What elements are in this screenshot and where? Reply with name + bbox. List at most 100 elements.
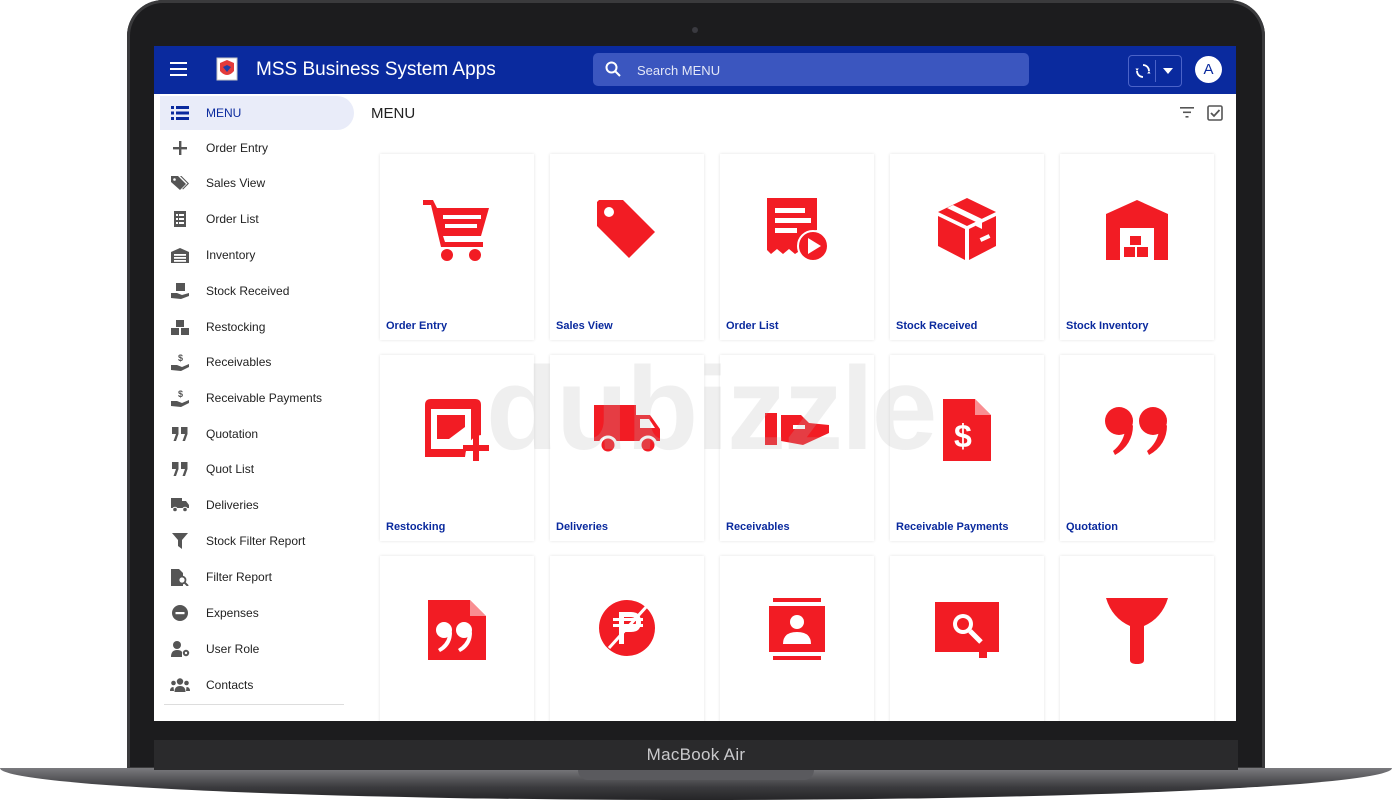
funnel-icon <box>1060 596 1214 664</box>
image-search-icon <box>890 600 1044 660</box>
folder-plus-icon <box>380 397 534 463</box>
sync-control[interactable] <box>1128 55 1182 87</box>
receipt-play-icon <box>720 196 874 262</box>
select-all-icon[interactable] <box>1207 105 1223 121</box>
sidebar-item-label: Restocking <box>206 320 266 334</box>
warehouse-icon <box>170 245 190 265</box>
sidebar-item-quotation[interactable]: Quotation <box>160 417 352 451</box>
tile-order-list[interactable]: Order List <box>720 154 874 340</box>
file-quote-icon <box>380 598 534 662</box>
list-icon <box>170 103 190 123</box>
svg-text:$: $ <box>178 353 183 363</box>
sidebar-item-label: Quotation <box>206 427 259 441</box>
sidebar-item-label: Receivable Payments <box>206 391 323 405</box>
screen: MSS Business System Apps A MENU Order En… <box>154 46 1236 721</box>
quote-icon <box>170 424 190 444</box>
laptop-chin: MacBook Air <box>154 740 1238 770</box>
search-box[interactable] <box>593 53 1029 88</box>
sidebar-item-quot-list[interactable]: Quot List <box>160 452 352 486</box>
sidebar-item-label: Expenses <box>206 606 259 620</box>
page-title: MENU <box>371 105 416 122</box>
file-search-icon <box>170 567 190 587</box>
sidebar-item-sales-view[interactable]: Sales View <box>160 166 352 200</box>
tile-label: Order Entry <box>386 320 448 332</box>
sidebar-item-receivable-payments[interactable]: $ Receivable Payments <box>160 381 352 415</box>
tile-restocking[interactable]: Restocking <box>380 355 534 541</box>
tile-label: Restocking <box>386 521 446 533</box>
sidebar-item-order-list[interactable]: Order List <box>160 202 352 236</box>
sidebar-item-label: Receivables <box>206 355 272 369</box>
tile-quotation[interactable]: Quotation <box>1060 355 1214 541</box>
sync-icon[interactable] <box>1135 63 1151 79</box>
sidebar-item-label: Inventory <box>206 248 256 262</box>
users-icon <box>170 675 190 695</box>
sidebar-item-order-entry[interactable]: Order Entry <box>160 131 352 165</box>
contact-icon <box>720 598 874 660</box>
sidebar-item-label: Sales View <box>206 176 266 190</box>
tile-stock-received[interactable]: Stock Received <box>890 154 1044 340</box>
tile-quot-list[interactable] <box>380 556 534 721</box>
minus-circle-icon <box>170 603 190 623</box>
sidebar-item-restocking[interactable]: Restocking <box>160 310 352 344</box>
sidebar-item-stock-filter-report[interactable]: Stock Filter Report <box>160 524 352 558</box>
sidebar-item-stock-received[interactable]: Stock Received <box>160 274 352 308</box>
search-icon <box>605 61 621 77</box>
chevron-down-icon[interactable] <box>1163 68 1173 74</box>
dollar-hand-icon: $ <box>170 388 190 408</box>
tile-label: Stock Received <box>896 320 978 332</box>
sidebar-item-label: Quot List <box>206 462 255 476</box>
tile-label: Receivables <box>726 521 790 533</box>
sidebar-item-contacts[interactable]: Contacts <box>160 668 352 702</box>
filter-list-icon[interactable] <box>1180 107 1194 118</box>
tile-contacts[interactable] <box>720 556 874 721</box>
sidebar-divider <box>164 704 344 705</box>
sidebar-item-expenses[interactable]: Expenses <box>160 596 352 630</box>
sidebar-item-label: Filter Report <box>206 570 273 584</box>
tile-stock-inventory[interactable]: Stock Inventory <box>1060 154 1214 340</box>
list-doc-icon <box>170 209 190 229</box>
sidebar-item-filter-report[interactable]: Filter Report <box>160 560 352 594</box>
svg-text:$: $ <box>178 389 183 399</box>
sidebar-item-label: Order List <box>206 212 259 226</box>
sidebar-item-deliveries[interactable]: Deliveries <box>160 488 352 522</box>
tile-deliveries[interactable]: Deliveries <box>550 355 704 541</box>
user-gear-icon <box>170 639 190 659</box>
tile-receivable-payments[interactable]: $ Receivable Payments <box>890 355 1044 541</box>
tile-sales-view[interactable]: Sales View <box>550 154 704 340</box>
sidebar-item-inventory[interactable]: Inventory <box>160 238 352 272</box>
tile-label: Order List <box>726 320 779 332</box>
filter-icon <box>170 531 190 551</box>
tile-order-entry[interactable]: Order Entry <box>380 154 534 340</box>
app-bar: MSS Business System Apps A <box>154 46 1236 94</box>
tile-peso[interactable] <box>550 556 704 721</box>
tile-label: Deliveries <box>556 521 608 533</box>
box-hand-icon <box>170 281 190 301</box>
sidebar-item-receivables[interactable]: $ Receivables <box>160 345 352 379</box>
sidebar-item-label: Stock Received <box>206 284 290 298</box>
tile-label: Receivable Payments <box>896 521 1009 533</box>
avatar[interactable]: A <box>1195 56 1222 83</box>
tags-icon <box>170 173 190 193</box>
menu-icon[interactable] <box>170 62 187 76</box>
file-dollar-icon: $ <box>890 397 1044 463</box>
sidebar-item-label: MENU <box>206 106 242 120</box>
tile-funnel[interactable] <box>1060 556 1214 721</box>
tile-receivables[interactable]: Receivables <box>720 355 874 541</box>
sidebar-item-user-role[interactable]: User Role <box>160 632 352 666</box>
tag-icon <box>550 198 704 262</box>
hand-icon <box>720 411 874 447</box>
search-input[interactable] <box>635 53 1019 88</box>
app-title: MSS Business System Apps <box>256 59 496 80</box>
svg-text:$: $ <box>954 418 972 454</box>
cart-icon <box>380 196 534 262</box>
sidebar: MENU Order Entry Sales View Order List I… <box>154 94 358 721</box>
sidebar-item-menu[interactable]: MENU <box>160 96 354 130</box>
warehouse-icon <box>1060 198 1214 260</box>
truck-icon <box>170 495 190 515</box>
camera <box>692 27 698 33</box>
device-label: MacBook Air <box>646 745 746 764</box>
quote-icon <box>1060 405 1214 457</box>
box-icon <box>890 196 1044 262</box>
dollar-hand-icon: $ <box>170 352 190 372</box>
tile-image-search[interactable] <box>890 556 1044 721</box>
